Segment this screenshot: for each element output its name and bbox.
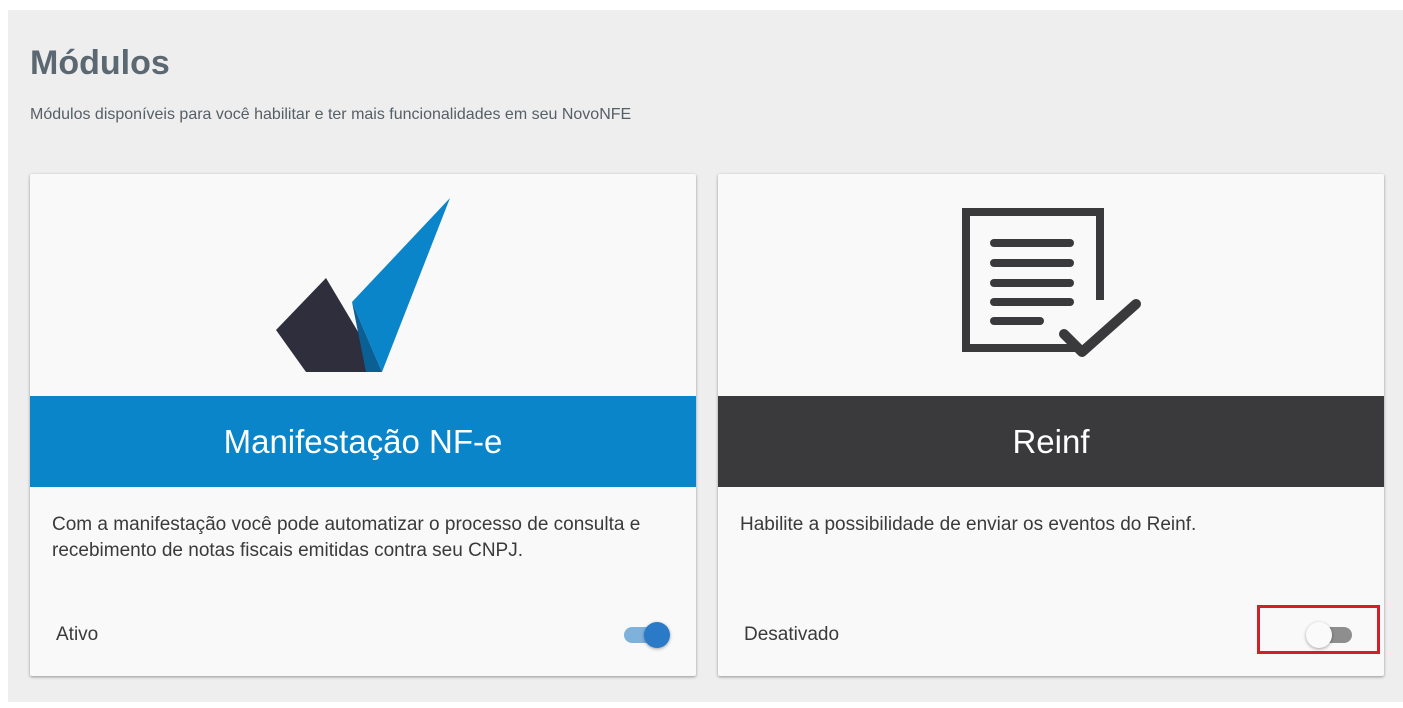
module-card-manifestacao: Manifestação NF-e Com a manifestação voc… (30, 174, 696, 676)
page-title: Módulos (30, 44, 170, 82)
card-image (30, 174, 696, 396)
module-toggle-manifestacao[interactable] (620, 619, 672, 649)
card-title: Manifestação NF-e (223, 422, 503, 460)
card-description: Habilite a possibilidade de enviar os ev… (740, 514, 1197, 535)
module-card-reinf: Reinf Habilite a possibilidade de enviar… (718, 174, 1384, 676)
card-header: Manifestação NF-e (30, 396, 696, 487)
highlight-annotation (1257, 605, 1380, 654)
card-description: Com a manifestação você pode automatizar… (52, 514, 641, 561)
status-label: Desativado (744, 624, 840, 645)
card-image (718, 174, 1384, 396)
toggle-knob (644, 622, 670, 648)
card-header: Reinf (718, 396, 1384, 487)
status-label: Ativo (56, 624, 99, 645)
document-check-icon (962, 208, 1141, 357)
checkmark-logo-icon (276, 198, 450, 372)
card-title: Reinf (1012, 422, 1090, 460)
page-subtitle: Módulos disponíveis para você habilitar … (30, 106, 632, 123)
